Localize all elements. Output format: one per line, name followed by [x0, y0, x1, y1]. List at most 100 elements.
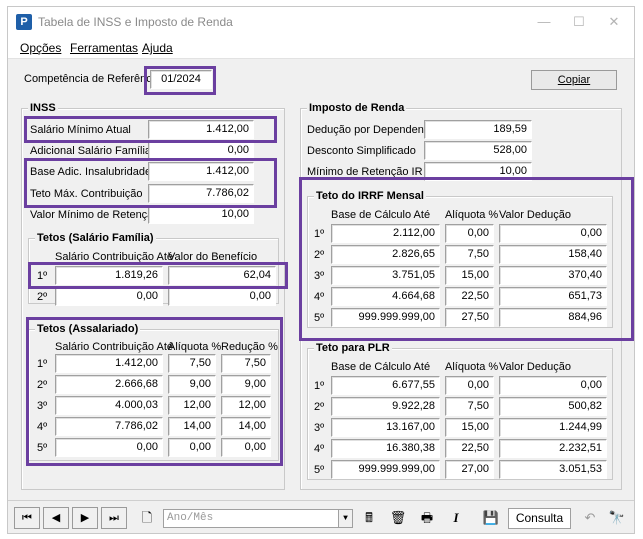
tetos-familia-row2-index: 2º — [37, 291, 48, 303]
teto-irrf-row1-base[interactable]: 2.112,00 — [331, 224, 440, 243]
tetos-assalariado-row3-salario[interactable]: 4.000,03 — [55, 396, 163, 415]
teto-irrf-row1-aliquota[interactable]: 0,00 — [445, 224, 494, 243]
inss-field-teto-contribuicao[interactable]: 7.786,02 — [148, 184, 254, 203]
inss-field-minimo-retencao[interactable]: 10,00 — [148, 205, 254, 224]
minimize-button[interactable]: — — [530, 12, 558, 32]
tetos-assalariado-row3-reducao[interactable]: 12,00 — [221, 396, 271, 415]
previous-record-button[interactable]: ◀ — [43, 507, 69, 529]
tetos-familia-row1-beneficio[interactable]: 62,04 — [168, 266, 276, 285]
teto-irrf-row2-deducao[interactable]: 158,40 — [499, 245, 607, 264]
teto-plr-row4-deducao[interactable]: 2.232,51 — [499, 439, 607, 458]
tetos-familia-row2-beneficio[interactable]: 0,00 — [168, 287, 276, 306]
ano-mes-placeholder: Ano/Mês — [167, 512, 214, 524]
teto-plr-row2-base[interactable]: 9.922,28 — [331, 397, 440, 416]
menu-opcoes[interactable]: Opções — [20, 41, 61, 55]
tetos-assalariado-row1-reducao[interactable]: 7,50 — [221, 354, 271, 373]
tetos-assalariado-row2-salario[interactable]: 2.666,68 — [55, 375, 163, 394]
teto-plr-row5-aliquota[interactable]: 27,00 — [445, 460, 494, 479]
new-document-icon[interactable]: 🗋 — [134, 507, 160, 529]
inss-label-adicional-familia: Adicional Salário Família — [30, 145, 152, 157]
tetos-assalariado-row5-index: 5º — [37, 442, 48, 454]
teto-irrf-row5-aliquota[interactable]: 27,50 — [445, 308, 494, 327]
menu-ajuda[interactable]: Ajuda — [142, 41, 173, 55]
calculator-icon[interactable]: 🖩 — [356, 507, 382, 529]
tetos-assalariado-row2-aliquota[interactable]: 9,00 — [168, 375, 216, 394]
tetos-assalariado-row3-index: 3º — [37, 400, 48, 412]
teto-plr-header-deducao: Valor Dedução — [499, 361, 571, 373]
teto-plr-row4-base[interactable]: 16.380,38 — [331, 439, 440, 458]
ano-mes-select[interactable]: Ano/Mês ▼ — [163, 509, 353, 528]
teto-plr-row5-base[interactable]: 999.999.999,00 — [331, 460, 440, 479]
next-record-button[interactable]: ▶ — [72, 507, 98, 529]
chevron-down-icon[interactable]: ▼ — [338, 510, 352, 527]
ir-label-minimo-retencao: Mínimo de Retenção IR — [307, 166, 423, 178]
teto-irrf-title: Teto do IRRF Mensal — [314, 190, 426, 202]
tetos-assalariado-row1-salario[interactable]: 1.412,00 — [55, 354, 163, 373]
menu-ferramentas[interactable]: Ferramentas — [70, 41, 138, 55]
italic-icon[interactable]: I — [443, 507, 469, 529]
tetos-assalariado-header-salario: Salário Contribuição Até — [55, 341, 174, 353]
printer-icon[interactable]: 🖶 — [414, 507, 440, 529]
tetos-assalariado-row3-aliquota[interactable]: 12,00 — [168, 396, 216, 415]
teto-plr-row4-aliquota[interactable]: 22,50 — [445, 439, 494, 458]
tetos-assalariado-row4-salario[interactable]: 7.786,02 — [55, 417, 163, 436]
teto-irrf-row3-deducao[interactable]: 370,40 — [499, 266, 607, 285]
inss-label-salario-minimo: Salário Mínimo Atual — [30, 124, 131, 136]
window-title: Tabela de INSS e Imposto de Renda — [38, 15, 233, 29]
main-window: P Tabela de INSS e Imposto de Renda — ☐ … — [7, 6, 635, 534]
teto-plr-row3-base[interactable]: 13.167,00 — [331, 418, 440, 437]
teto-irrf-row4-deducao[interactable]: 651,73 — [499, 287, 607, 306]
tetos-assalariado-row2-reducao[interactable]: 9,00 — [221, 375, 271, 394]
maximize-button[interactable]: ☐ — [565, 12, 593, 32]
teto-plr-row1-deducao[interactable]: 0,00 — [499, 376, 607, 395]
ir-field-minimo-retencao[interactable]: 10,00 — [424, 162, 532, 181]
competencia-field[interactable]: 01/2024 — [150, 70, 212, 89]
teto-irrf-row4-aliquota[interactable]: 22,50 — [445, 287, 494, 306]
binoculars-icon[interactable]: 🔭 — [604, 507, 630, 529]
ir-field-desconto-simplificado[interactable]: 528,00 — [424, 141, 532, 160]
tetos-assalariado-title: Tetos (Assalariado) — [35, 323, 141, 335]
save-icon[interactable]: 💾 — [478, 507, 504, 529]
tetos-assalariado-row1-aliquota[interactable]: 7,50 — [168, 354, 216, 373]
teto-irrf-row1-deducao[interactable]: 0,00 — [499, 224, 607, 243]
first-record-button[interactable]: ⏮ — [14, 507, 40, 529]
teto-irrf-row3-base[interactable]: 3.751,05 — [331, 266, 440, 285]
inss-field-base-insalubridade[interactable]: 1.412,00 — [148, 162, 254, 181]
inss-field-adicional-familia[interactable]: 0,00 — [148, 141, 254, 160]
teto-plr-row1-base[interactable]: 6.677,55 — [331, 376, 440, 395]
teto-plr-row3-deducao[interactable]: 1.244,99 — [499, 418, 607, 437]
tetos-familia-row1-salario[interactable]: 1.819,26 — [55, 266, 163, 285]
teto-irrf-row4-base[interactable]: 4.664,68 — [331, 287, 440, 306]
teto-irrf-row5-base[interactable]: 999.999.999,00 — [331, 308, 440, 327]
copiar-button[interactable]: Copiar — [531, 70, 617, 90]
tetos-assalariado-row5-aliquota[interactable]: 0,00 — [168, 438, 216, 457]
cleaner-icon[interactable]: 🗑 — [385, 507, 411, 529]
teto-plr-row5-deducao[interactable]: 3.051,53 — [499, 460, 607, 479]
tetos-assalariado-row5-salario[interactable]: 0,00 — [55, 438, 163, 457]
teto-irrf-row2-base[interactable]: 2.826,65 — [331, 245, 440, 264]
tetos-assalariado-row1-index: 1º — [37, 358, 48, 370]
teto-plr-row2-aliquota[interactable]: 7,50 — [445, 397, 494, 416]
teto-plr-row3-index: 3º — [314, 422, 325, 434]
teto-plr-row1-aliquota[interactable]: 0,00 — [445, 376, 494, 395]
ir-field-deducao-dependente[interactable]: 189,59 — [424, 120, 532, 139]
undo-icon[interactable]: ↶ — [577, 507, 603, 529]
teto-irrf-row2-aliquota[interactable]: 7,50 — [445, 245, 494, 264]
tetos-assalariado-header-reducao: Redução % — [221, 341, 278, 353]
tetos-assalariado-row4-aliquota[interactable]: 14,00 — [168, 417, 216, 436]
tetos-familia-row2-salario[interactable]: 0,00 — [55, 287, 163, 306]
inss-field-salario-minimo[interactable]: 1.412,00 — [148, 120, 254, 139]
inss-label-minimo-retencao: Valor Mínimo de Retenção — [30, 209, 160, 221]
tetos-assalariado-row5-reducao[interactable]: 0,00 — [221, 438, 271, 457]
close-button[interactable]: ✕ — [600, 12, 628, 32]
teto-plr-row2-index: 2º — [314, 401, 325, 413]
teto-plr-row2-deducao[interactable]: 500,82 — [499, 397, 607, 416]
menu-bar: Opções Ferramentas Ajuda — [8, 37, 634, 59]
teto-irrf-row3-aliquota[interactable]: 15,00 — [445, 266, 494, 285]
teto-irrf-row5-deducao[interactable]: 884,96 — [499, 308, 607, 327]
teto-irrf-row3-index: 3º — [314, 270, 325, 282]
last-record-button[interactable]: ⏭ — [101, 507, 127, 529]
tetos-assalariado-row4-reducao[interactable]: 14,00 — [221, 417, 271, 436]
teto-plr-row3-aliquota[interactable]: 15,00 — [445, 418, 494, 437]
tetos-assalariado-header-aliquota: Alíquota % — [168, 341, 222, 353]
